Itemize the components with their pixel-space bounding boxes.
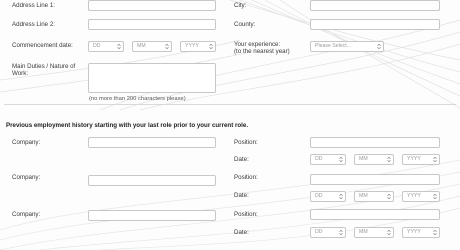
select-arrows-icon bbox=[339, 156, 343, 163]
experience-label: Your experience: bbox=[234, 41, 281, 48]
history-date-label: Date: bbox=[234, 192, 249, 199]
history-month-select[interactable]: MM bbox=[354, 191, 394, 202]
section-divider bbox=[4, 104, 456, 105]
main-duties-hint: (no more than 200 characters please) bbox=[89, 96, 186, 102]
history-position-label: Position: bbox=[234, 174, 258, 181]
history-position-label: Position: bbox=[234, 139, 258, 146]
history-company-input[interactable] bbox=[88, 210, 216, 221]
commencement-year-value: YYYY bbox=[185, 43, 199, 49]
select-arrows-icon bbox=[117, 43, 121, 50]
history-month-value: MM bbox=[359, 156, 368, 162]
history-month-value: MM bbox=[359, 193, 368, 199]
experience-select-value: Please Select... bbox=[315, 43, 352, 49]
history-month-value: MM bbox=[359, 229, 368, 235]
address-line1-input[interactable] bbox=[88, 0, 216, 11]
commencement-month-value: MM bbox=[137, 43, 146, 49]
commencement-year-select[interactable]: YYYY bbox=[180, 41, 216, 52]
select-arrows-icon bbox=[387, 193, 391, 200]
select-arrows-icon bbox=[339, 229, 343, 236]
history-day-value: DD bbox=[315, 193, 323, 199]
address-line1-label: Address Line 1: bbox=[12, 2, 55, 9]
history-year-value: YYYY bbox=[407, 193, 421, 199]
select-arrows-icon bbox=[209, 43, 213, 50]
commencement-date-label: Commencement date: bbox=[12, 42, 73, 49]
address-line2-label: Address Line 2: bbox=[12, 21, 55, 28]
history-day-value: DD bbox=[315, 229, 323, 235]
history-date-label: Date: bbox=[234, 156, 249, 163]
select-arrows-icon bbox=[377, 43, 381, 50]
address-line2-input[interactable] bbox=[88, 19, 216, 30]
select-arrows-icon bbox=[387, 229, 391, 236]
history-position-input[interactable] bbox=[310, 209, 440, 220]
history-company-input[interactable] bbox=[88, 137, 216, 148]
main-duties-label: Main Duties / Nature of Work: bbox=[12, 63, 76, 77]
select-arrows-icon bbox=[433, 229, 437, 236]
select-arrows-icon bbox=[433, 193, 437, 200]
history-section-title: Previous employment history starting wit… bbox=[6, 122, 249, 129]
select-arrows-icon bbox=[433, 156, 437, 163]
history-year-value: YYYY bbox=[407, 156, 421, 162]
history-year-select[interactable]: YYYY bbox=[402, 154, 440, 165]
history-company-label: Company: bbox=[12, 174, 41, 181]
commencement-month-select[interactable]: MM bbox=[132, 41, 172, 52]
main-duties-textarea[interactable] bbox=[88, 63, 216, 93]
history-day-select[interactable]: DD bbox=[310, 191, 346, 202]
history-company-label: Company: bbox=[12, 211, 41, 218]
experience-select[interactable]: Please Select... bbox=[310, 41, 384, 52]
history-date-label: Date: bbox=[234, 229, 249, 236]
commencement-day-select[interactable]: DD bbox=[88, 41, 124, 52]
history-day-select[interactable]: DD bbox=[310, 227, 346, 238]
select-arrows-icon bbox=[165, 43, 169, 50]
history-year-value: YYYY bbox=[407, 229, 421, 235]
select-arrows-icon bbox=[387, 156, 391, 163]
city-input[interactable] bbox=[310, 0, 440, 11]
experience-sublabel: (to the nearest year) bbox=[234, 48, 290, 55]
select-arrows-icon bbox=[339, 193, 343, 200]
history-position-label: Position: bbox=[234, 211, 258, 218]
county-label: County: bbox=[234, 21, 256, 28]
county-input[interactable] bbox=[310, 19, 440, 30]
history-company-label: Company: bbox=[12, 139, 41, 146]
history-month-select[interactable]: MM bbox=[354, 227, 394, 238]
employment-form: Address Line 1: City: Address Line 2: Co… bbox=[0, 0, 460, 250]
commencement-day-value: DD bbox=[93, 43, 101, 49]
history-position-input[interactable] bbox=[310, 174, 440, 185]
history-month-select[interactable]: MM bbox=[354, 154, 394, 165]
history-position-input[interactable] bbox=[310, 137, 440, 148]
city-label: City: bbox=[234, 2, 247, 9]
history-day-select[interactable]: DD bbox=[310, 154, 346, 165]
history-year-select[interactable]: YYYY bbox=[402, 191, 440, 202]
history-company-input[interactable] bbox=[88, 175, 216, 186]
history-year-select[interactable]: YYYY bbox=[402, 227, 440, 238]
history-day-value: DD bbox=[315, 156, 323, 162]
